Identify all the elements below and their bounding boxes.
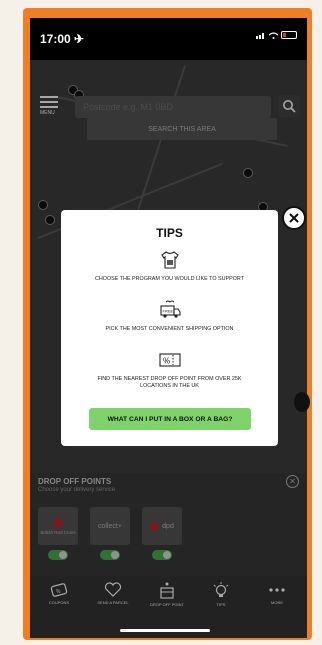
tab-label: MORE <box>271 600 283 605</box>
heart-icon <box>104 582 122 597</box>
svg-text:%: % <box>56 589 61 595</box>
svg-text:FREE: FREE <box>163 309 174 314</box>
what-can-i-put-button[interactable]: WHAT CAN I PUT IN A BOX OR A BAG? <box>89 408 251 430</box>
modal-title: TIPS <box>156 226 183 240</box>
modal-close-button[interactable] <box>282 206 306 230</box>
battery-icon <box>281 31 297 39</box>
tab-label: TIPS <box>216 602 226 607</box>
home-indicator <box>120 629 210 632</box>
tab-tips[interactable]: TIPS <box>196 582 246 607</box>
wifi-icon <box>269 31 278 39</box>
more-icon <box>269 588 285 592</box>
lightbulb-icon <box>213 582 229 597</box>
percent-ticket-icon: % <box>159 353 181 367</box>
store-icon <box>160 582 174 599</box>
free-delivery-van-icon: FREE <box>160 300 181 318</box>
map-side-button[interactable] <box>294 392 310 412</box>
tab-label: SEND A PARCEL <box>97 600 129 605</box>
tab-send-a-parcel[interactable]: SEND A PARCEL <box>88 582 138 605</box>
shirt-icon <box>161 251 179 269</box>
coupons-icon: % <box>50 583 68 597</box>
status-bar: 17:00 ✈︎ <box>30 18 307 60</box>
close-icon <box>289 213 299 223</box>
tab-more[interactable]: MORE <box>252 582 302 605</box>
tab-coupons[interactable]: % COUPONS <box>34 582 84 605</box>
tip-step-2: PICK THE MOST CONVENIENT SHIPPING OPTION <box>105 326 234 332</box>
status-icons <box>256 31 297 39</box>
tab-label: DROP OFF POINT <box>150 602 184 607</box>
tab-label: COUPONS <box>48 600 70 605</box>
svg-text:%: % <box>163 357 170 366</box>
status-time: 17:00 ✈︎ <box>40 32 85 46</box>
tips-modal: TIPS CHOOSE THE PROGRAM YOU WOULD LIKE T… <box>61 210 278 446</box>
signal-icon <box>256 32 264 39</box>
tip-step-3: FIND THE NEAREST DROP OFF POINT FROM OVE… <box>97 376 242 390</box>
tab-drop-off-point[interactable]: DROP OFF POINT <box>142 582 192 607</box>
tip-step-1: CHOOSE THE PROGRAM YOU WOULD LIKE TO SUP… <box>95 276 244 282</box>
